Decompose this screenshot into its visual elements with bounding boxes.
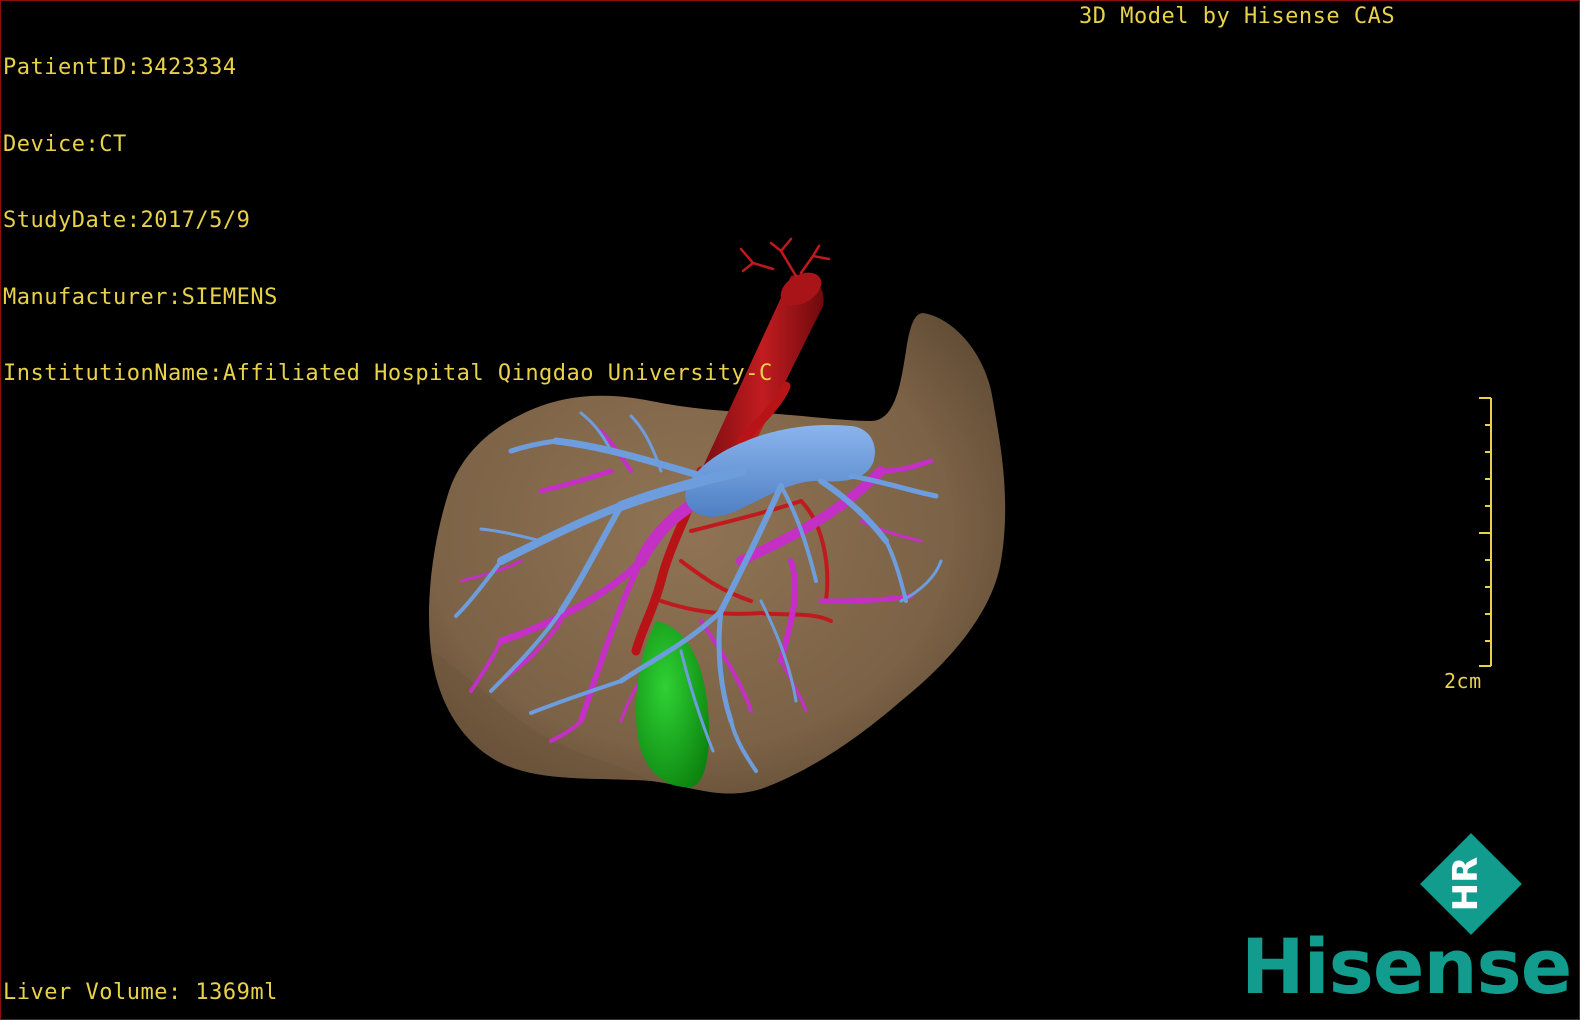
scale-bar [1479,397,1492,667]
institution-name: InstitutionName:Affiliated Hospital Qing… [3,361,773,386]
patient-info-overlay: PatientID:3423334 Device:CT StudyDate:20… [3,4,773,438]
hisense-logo-wordmark: Hisense [1241,922,1572,1011]
manufacturer: Manufacturer:SIEMENS [3,284,278,310]
study-date: StudyDate:2017/5/9 [3,208,251,233]
liver-volume: Liver Volume: 1369ml [3,979,278,1005]
device: Device:CT [3,131,127,157]
3d-viewport[interactable]: PatientID:3423334 Device:CT StudyDate:20… [0,0,1580,1020]
patient-id: PatientID:3423334 [3,55,237,80]
emblem-letters: HR [1446,857,1486,912]
scale-label: 2cm [1444,669,1482,693]
model-credit: 3D Model by Hisense CAS [1079,4,1396,29]
